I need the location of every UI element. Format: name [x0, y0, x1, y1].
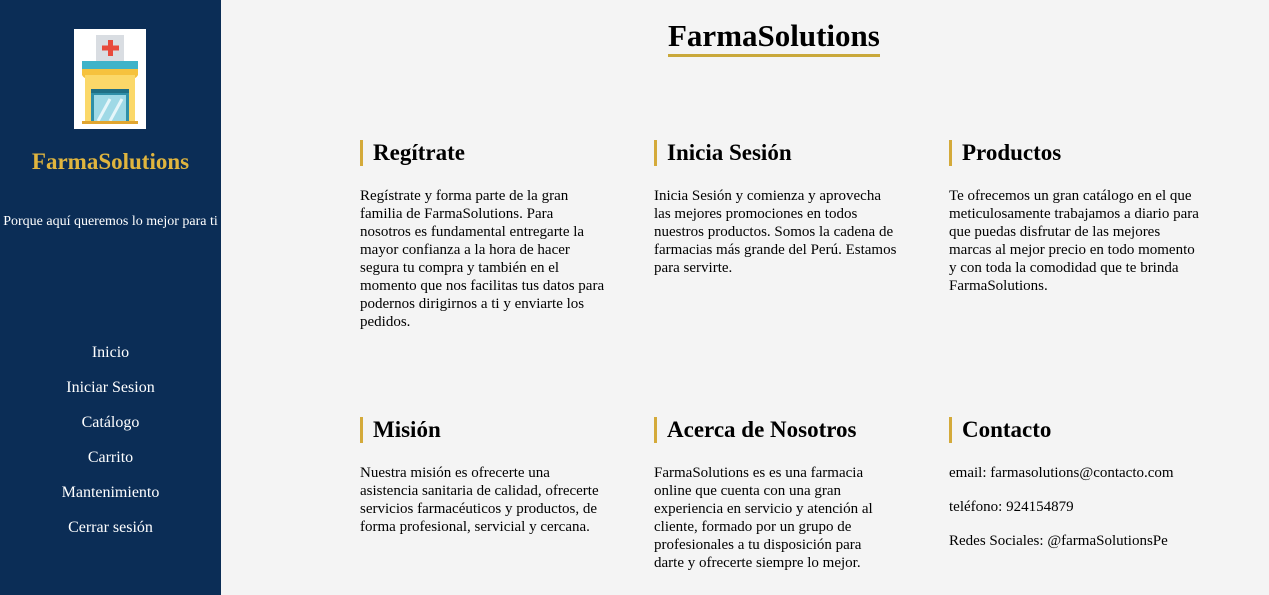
sidebar-tagline: Porque aquí queremos lo mejor para ti [3, 214, 218, 229]
card-acerca-de-nosotros: Acerca de Nosotros FarmaSolutions es es … [654, 417, 894, 572]
logo [74, 29, 146, 129]
card-title: Contacto [949, 417, 1209, 443]
nav-item-mantenimiento[interactable]: Mantenimiento [0, 483, 221, 518]
card-title: Regítrate [360, 140, 605, 166]
contact-phone: teléfono: 924154879 [949, 499, 1074, 515]
sidebar: FarmaSolutions Porque aquí queremos lo m… [0, 0, 221, 595]
card-text: Regístrate y forma parte de la gran fami… [360, 188, 605, 330]
pharmacy-store-icon [82, 35, 138, 124]
card-title: Acerca de Nosotros [654, 417, 894, 443]
card-title: Misión [360, 417, 600, 443]
card-text: FarmaSolutions es es una farmacia online… [654, 465, 873, 571]
card-mision: Misión Nuestra misión es ofrecerte una a… [360, 417, 600, 536]
nav-item-inicio[interactable]: Inicio [0, 343, 221, 378]
sidebar-nav: Inicio Iniciar Sesion Catálogo Carrito M… [0, 343, 221, 553]
nav-item-iniciar-sesion[interactable]: Iniciar Sesion [0, 378, 221, 413]
nav-item-cerrar-sesion[interactable]: Cerrar sesión [0, 518, 221, 553]
card-text: Inicia Sesión y comienza y aprovecha las… [654, 188, 897, 276]
card-inicia-sesion: Inicia Sesión Inicia Sesión y comienza y… [654, 140, 899, 277]
card-title: Inicia Sesión [654, 140, 899, 166]
page-title: FarmaSolutions [668, 19, 880, 57]
sidebar-brand: FarmaSolutions [31, 149, 190, 174]
contact-social: Redes Sociales: @farmaSolutionsPe [949, 533, 1168, 549]
card-title: Productos [949, 140, 1199, 166]
card-contacto: Contacto email: farmasolutions@contacto.… [949, 417, 1209, 566]
card-registro: Regítrate Regístrate y forma parte de la… [360, 140, 605, 331]
card-productos: Productos Te ofrecemos un gran catálogo … [949, 140, 1199, 295]
nav-item-carrito[interactable]: Carrito [0, 448, 221, 483]
nav-item-catalogo[interactable]: Catálogo [0, 413, 221, 448]
contact-email: email: farmasolutions@contacto.com [949, 465, 1174, 481]
card-text: Nuestra misión es ofrecerte una asistenc… [360, 465, 599, 535]
card-text: Te ofrecemos un gran catálogo en el que … [949, 188, 1199, 294]
contact-info: email: farmasolutions@contacto.com teléf… [949, 464, 1209, 550]
